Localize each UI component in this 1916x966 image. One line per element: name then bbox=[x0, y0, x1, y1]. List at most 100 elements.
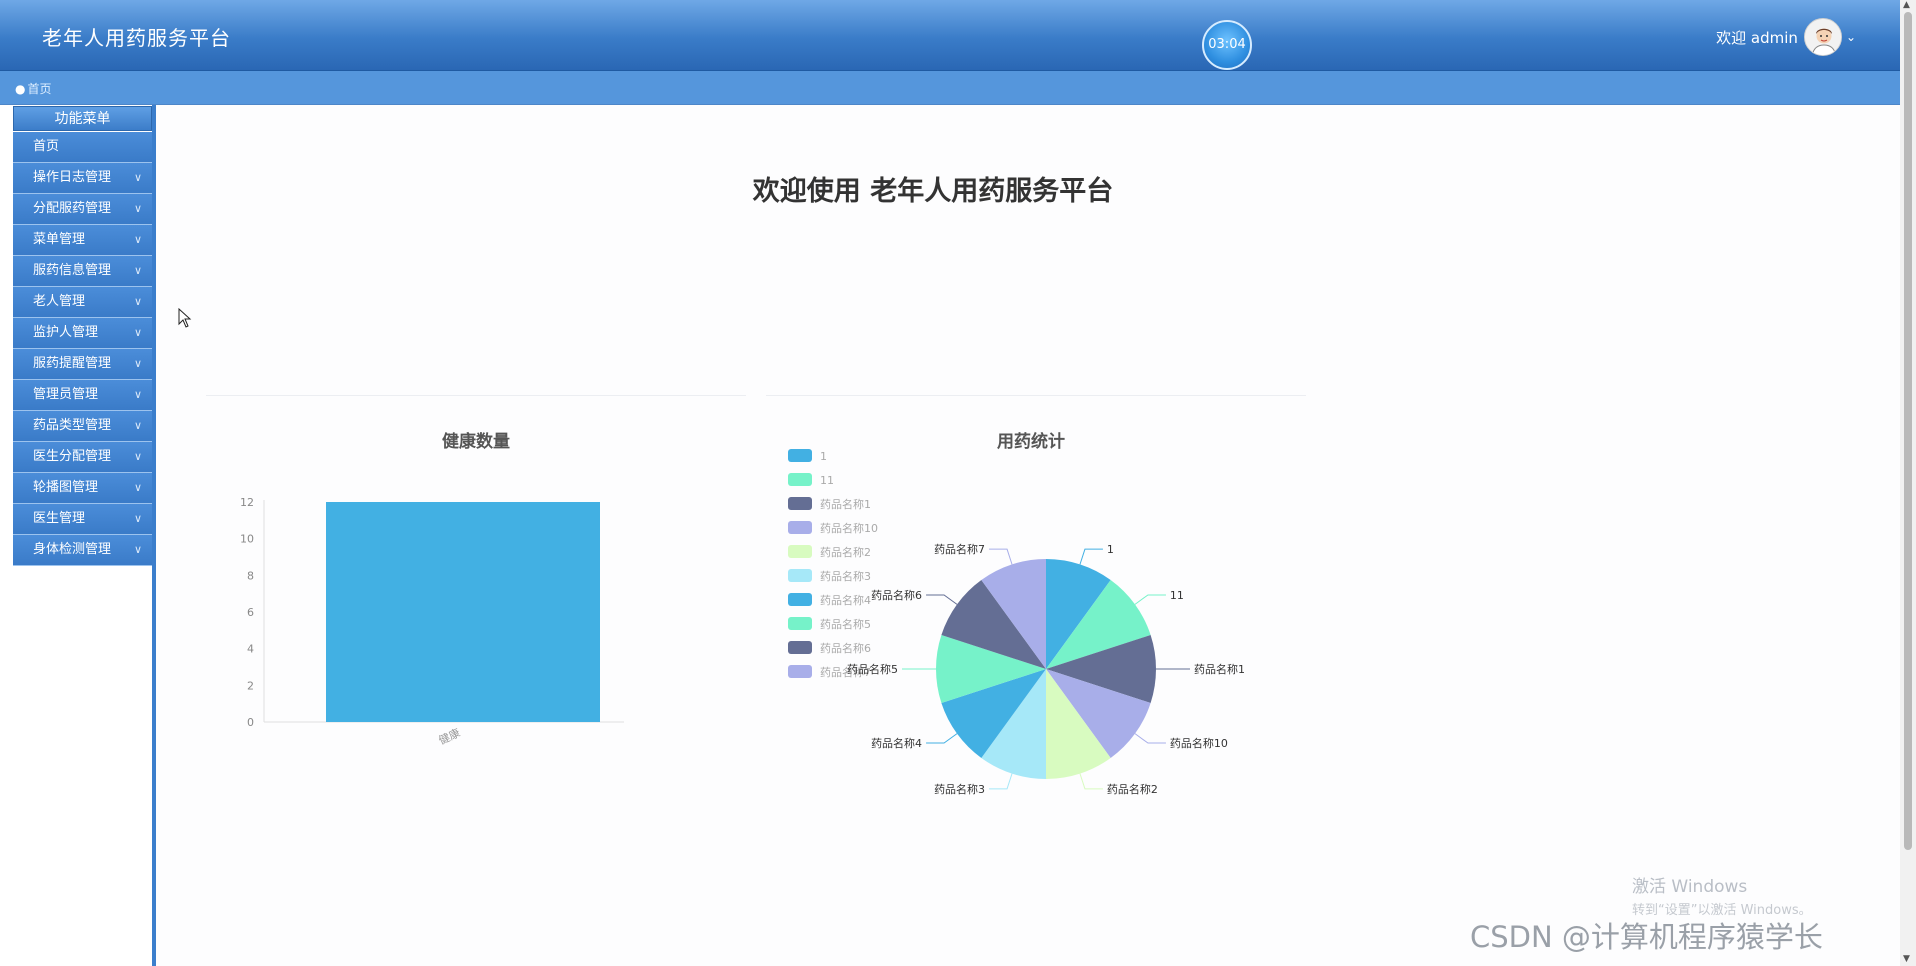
sidebar-item[interactable]: 分配服药管理 ∨ bbox=[13, 194, 152, 225]
pie-label-line bbox=[926, 594, 958, 605]
y-tick-label: 10 bbox=[240, 533, 254, 546]
welcome-user-text: 欢迎 admin bbox=[1716, 28, 1798, 47]
legend-label[interactable]: 药品名称6 bbox=[820, 641, 871, 655]
pie-slice-label: 1 bbox=[1107, 543, 1114, 556]
scroll-down-icon[interactable]: ▼ bbox=[1903, 954, 1910, 964]
sidebar-item[interactable]: 首页 bbox=[13, 132, 152, 163]
app-title: 老年人用药服务平台 bbox=[42, 26, 231, 50]
pie-label-line bbox=[989, 773, 1013, 790]
chevron-down-icon[interactable]: ∨ bbox=[134, 442, 142, 472]
chevron-down-icon[interactable]: ∨ bbox=[134, 380, 142, 410]
chevron-down-icon[interactable]: ∨ bbox=[134, 287, 142, 317]
scrollbar-thumb[interactable] bbox=[1904, 12, 1912, 850]
legend-swatch[interactable] bbox=[788, 617, 812, 630]
chevron-down-icon[interactable]: ∨ bbox=[134, 473, 142, 503]
legend-swatch[interactable] bbox=[788, 545, 812, 558]
chevron-down-icon[interactable]: ∨ bbox=[134, 256, 142, 286]
chevron-down-icon[interactable]: ∨ bbox=[134, 411, 142, 441]
breadcrumb-bar: ● 首页 bbox=[0, 71, 1900, 105]
chevron-down-icon[interactable]: ∨ bbox=[134, 163, 142, 193]
pie-label-line bbox=[926, 733, 958, 744]
divider bbox=[206, 395, 746, 396]
legend-swatch[interactable] bbox=[788, 665, 812, 678]
legend-label[interactable]: 1 bbox=[820, 450, 827, 463]
sidebar-item-label: 管理员管理 bbox=[33, 387, 99, 402]
sidebar-item-label: 老人管理 bbox=[33, 294, 86, 309]
sidebar-item-label: 监护人管理 bbox=[33, 325, 99, 340]
legend-swatch[interactable] bbox=[788, 521, 812, 534]
sidebar-item[interactable]: 轮播图管理 ∨ bbox=[13, 473, 152, 504]
sidebar-item[interactable]: 监护人管理 ∨ bbox=[13, 318, 152, 349]
y-tick-label: 2 bbox=[247, 679, 254, 692]
pie-label-line bbox=[989, 548, 1013, 565]
sidebar-item-label: 医生分配管理 bbox=[33, 449, 112, 464]
y-tick-label: 0 bbox=[247, 716, 254, 729]
scroll-up-icon[interactable]: ▲ bbox=[1903, 0, 1910, 10]
activate-windows-title: 激活 Windows bbox=[1632, 877, 1748, 897]
sidebar-item[interactable]: 服药提醒管理 ∨ bbox=[13, 349, 152, 380]
top-header: 老年人用药服务平台 03:04 欢迎 admin ⌄ bbox=[0, 0, 1900, 71]
user-menu[interactable]: 欢迎 admin ⌄ bbox=[1716, 18, 1856, 56]
legend-label[interactable]: 药品名称5 bbox=[820, 617, 871, 631]
chevron-down-icon[interactable]: ∨ bbox=[134, 349, 142, 379]
pie-slice-label: 药品名称5 bbox=[847, 662, 898, 676]
legend-swatch[interactable] bbox=[788, 473, 812, 486]
sidebar-item[interactable]: 菜单管理 ∨ bbox=[13, 225, 152, 256]
sidebar-item-label: 身体检测管理 bbox=[33, 542, 112, 557]
bar[interactable] bbox=[326, 502, 600, 722]
pie-label-line bbox=[1134, 733, 1166, 744]
pie-label-line bbox=[1134, 594, 1166, 605]
sidebar-item-label: 首页 bbox=[33, 139, 60, 154]
avatar[interactable] bbox=[1803, 18, 1842, 56]
menu-heading: 功能菜单 bbox=[13, 106, 152, 131]
legend-label[interactable]: 11 bbox=[820, 474, 834, 487]
chevron-down-icon[interactable]: ∨ bbox=[134, 504, 142, 534]
sidebar-item-label: 服药提醒管理 bbox=[33, 356, 112, 371]
pie-label-line bbox=[1079, 773, 1103, 790]
chevron-down-icon[interactable]: ∨ bbox=[134, 194, 142, 224]
vertical-scrollbar[interactable]: ▲ ▼ bbox=[1900, 0, 1916, 966]
sidebar-item-label: 药品类型管理 bbox=[33, 418, 112, 433]
chevron-down-icon[interactable]: ∨ bbox=[134, 225, 142, 255]
pie-slice-label: 药品名称7 bbox=[934, 542, 985, 556]
sidebar-item[interactable]: 服药信息管理 ∨ bbox=[13, 256, 152, 287]
legend-label[interactable]: 药品名称1 bbox=[820, 497, 871, 511]
legend-label[interactable]: 药品名称10 bbox=[820, 521, 878, 535]
legend-swatch[interactable] bbox=[788, 593, 812, 606]
watermark: CSDN @计算机程序猿学长 bbox=[1470, 920, 1823, 954]
legend-swatch[interactable] bbox=[788, 497, 812, 510]
chevron-down-icon[interactable]: ⌄ bbox=[1846, 30, 1856, 44]
sidebar-item[interactable]: 管理员管理 ∨ bbox=[13, 380, 152, 411]
breadcrumb-home[interactable]: 首页 bbox=[27, 82, 51, 96]
chevron-down-icon[interactable]: ∨ bbox=[134, 318, 142, 348]
pie-slice-label: 药品名称10 bbox=[1170, 736, 1228, 750]
mouse-pointer-icon bbox=[178, 308, 192, 328]
legend-swatch[interactable] bbox=[788, 641, 812, 654]
chevron-down-icon[interactable]: ∨ bbox=[134, 535, 142, 565]
sidebar-item[interactable]: 操作日志管理 ∨ bbox=[13, 163, 152, 194]
sidebar: 功能菜单 首页 操作日志管理 ∨ 分配服药管理 ∨ 菜单管理 ∨ 服药信息管理 ∨ 老人管理 ∨ 监护… bbox=[0, 105, 156, 966]
legend-label[interactable]: 药品名称4 bbox=[820, 593, 871, 607]
legend-label[interactable]: 药品名称2 bbox=[820, 545, 871, 559]
sidebar-item[interactable]: 医生管理 ∨ bbox=[13, 504, 152, 535]
bar-chart: 0 2 4 6 8 10 12 健康 bbox=[240, 496, 624, 747]
pie-slice-label: 药品名称1 bbox=[1194, 662, 1245, 676]
sidebar-item[interactable]: 医生分配管理 ∨ bbox=[13, 442, 152, 473]
breadcrumb[interactable]: ● 首页 bbox=[15, 80, 52, 97]
pie-slice-label: 药品名称3 bbox=[934, 782, 985, 796]
sidebar-item[interactable]: 老人管理 ∨ bbox=[13, 287, 152, 318]
pie-label-line bbox=[1079, 548, 1103, 565]
legend-label[interactable]: 药品名称3 bbox=[820, 569, 871, 583]
legend-swatch[interactable] bbox=[788, 569, 812, 582]
sidebar-item-label: 分配服药管理 bbox=[33, 201, 112, 216]
pie-slice-label: 药品名称2 bbox=[1107, 782, 1158, 796]
y-tick-label: 4 bbox=[247, 643, 254, 656]
y-tick-label: 8 bbox=[247, 569, 254, 582]
legend-swatch[interactable] bbox=[788, 449, 812, 462]
sidebar-item[interactable]: 药品类型管理 ∨ bbox=[13, 411, 152, 442]
pie-slice-label: 11 bbox=[1170, 589, 1184, 602]
y-tick-label: 12 bbox=[240, 496, 254, 509]
sidebar-item-label: 医生管理 bbox=[33, 511, 86, 526]
sidebar-item[interactable]: 身体检测管理 ∨ bbox=[13, 535, 152, 566]
y-tick-label: 6 bbox=[247, 606, 254, 619]
